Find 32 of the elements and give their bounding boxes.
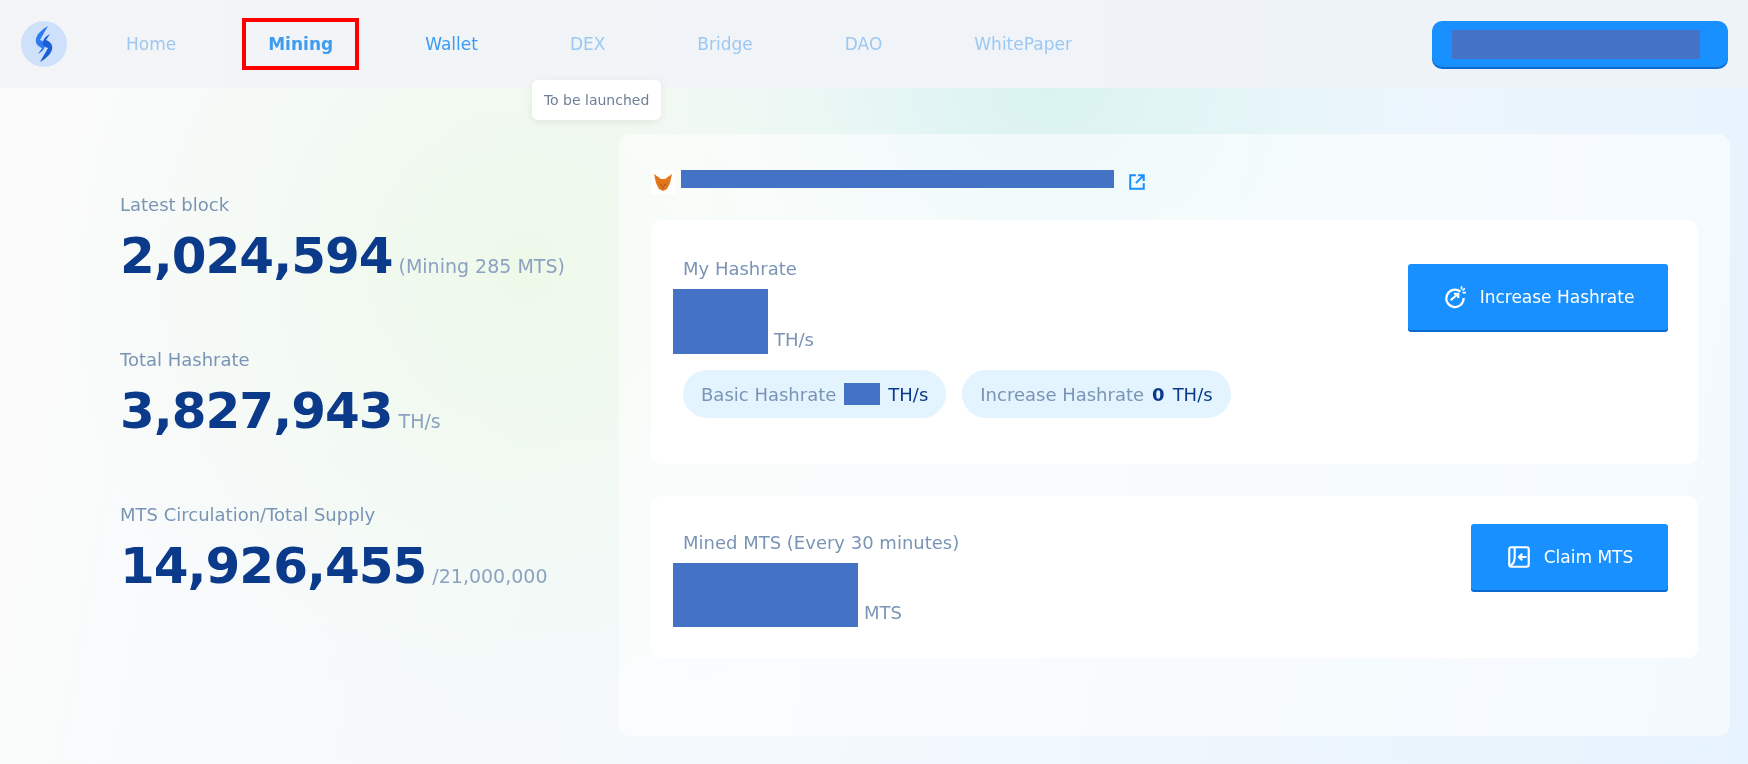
stat-value: 3,827,943 bbox=[120, 382, 393, 440]
stat-label: MTS Circulation/Total Supply bbox=[120, 504, 377, 525]
nav-link[interactable]: Mining bbox=[242, 18, 360, 70]
nav-link[interactable]: DAO bbox=[818, 18, 909, 70]
unit-label: MTS bbox=[864, 602, 902, 625]
tooltip: To be launched bbox=[531, 80, 662, 120]
fox-icon bbox=[651, 170, 675, 194]
stat-value: 14,926,455 bbox=[120, 537, 427, 595]
chip-value: 0 bbox=[1152, 383, 1165, 405]
nav-link[interactable]: Bridge bbox=[671, 18, 779, 70]
stat-suffix: (Mining 285 MTS) bbox=[398, 255, 565, 277]
claim-button[interactable]: Claim MTS bbox=[1471, 524, 1668, 590]
external-link-icon[interactable] bbox=[1128, 173, 1146, 191]
nav-link[interactable]: WhitePaper bbox=[948, 18, 1098, 70]
chip-unit: TH/s bbox=[1172, 383, 1213, 405]
card-title: Mined MTS (Every 30 minutes) bbox=[682, 532, 960, 553]
claim-icon bbox=[1505, 544, 1532, 570]
nav-link[interactable]: Wallet bbox=[399, 18, 504, 70]
stat-suffix: TH/s bbox=[398, 410, 441, 432]
nav-link[interactable]: Home bbox=[100, 18, 203, 70]
stat-label: Latest block bbox=[120, 194, 231, 215]
unit-label: TH/s bbox=[774, 329, 814, 352]
chip-label: Increase Hashrate bbox=[980, 383, 1145, 405]
stat-suffix: /21,000,000 bbox=[432, 565, 548, 587]
nav-link[interactable]: DEX bbox=[543, 18, 632, 70]
chip-unit: TH/s bbox=[888, 383, 929, 405]
stat-value: 2,024,594 bbox=[120, 227, 393, 285]
increase-hashrate-button[interactable]: Increase Hashrate bbox=[1408, 264, 1668, 330]
card-title: My Hashrate bbox=[682, 258, 798, 279]
logo-icon bbox=[20, 20, 68, 68]
chip-label: Basic Hashrate bbox=[701, 383, 837, 405]
stat-label: Total Hashrate bbox=[120, 349, 251, 370]
